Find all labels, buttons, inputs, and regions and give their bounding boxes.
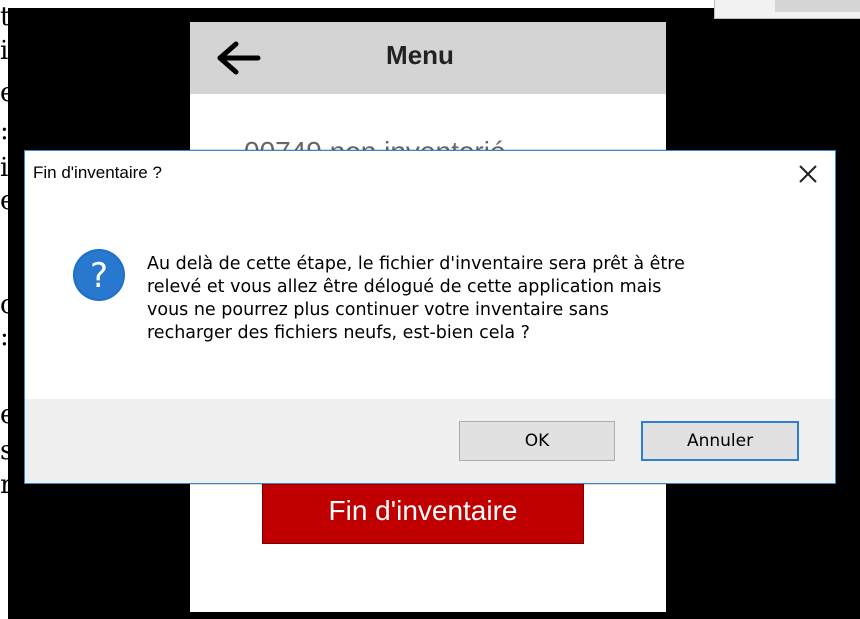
clipped-left-text: t i e : i e c : e s r [0,0,16,500]
message-line: recharger des fichiers neufs, est-bien c… [147,323,530,343]
message-line: vous ne pourrez plus continuer votre inv… [147,300,609,320]
back-arrow-icon[interactable] [216,40,262,76]
text-fragment: e [0,78,16,108]
app-header: Menu [190,22,666,94]
dialog-message: Au delà de cette étape, le fichier d'inv… [147,253,797,345]
ok-button[interactable]: OK [459,421,615,461]
text-fragment: : [0,116,9,146]
text-fragment: i [0,36,9,66]
svg-text:?: ? [90,256,108,296]
text-fragment: r [0,470,13,500]
dialog-footer: OK Annuler [25,399,835,483]
background-window-corner [714,0,860,19]
text-fragment: e [0,186,16,216]
text-fragment: c [0,290,15,320]
message-line: relevé et vous allez être délogué de cet… [147,277,662,297]
confirm-dialog: Fin d'inventaire ? ? Au delà de cette ét… [24,150,836,484]
close-icon[interactable] [795,161,821,187]
text-fragment: e [0,400,16,430]
text-fragment: t [0,2,11,32]
message-line: Au delà de cette étape, le fichier d'inv… [147,254,685,274]
cancel-button[interactable]: Annuler [641,421,799,461]
app-title: Menu [386,40,454,70]
text-fragment: i [0,153,9,183]
text-fragment: : [0,322,9,352]
finish-inventory-button[interactable]: Fin d'inventaire [262,478,584,544]
dialog-title: Fin d'inventaire ? [33,163,162,182]
question-icon: ? [71,247,127,303]
text-fragment: s [0,436,14,466]
